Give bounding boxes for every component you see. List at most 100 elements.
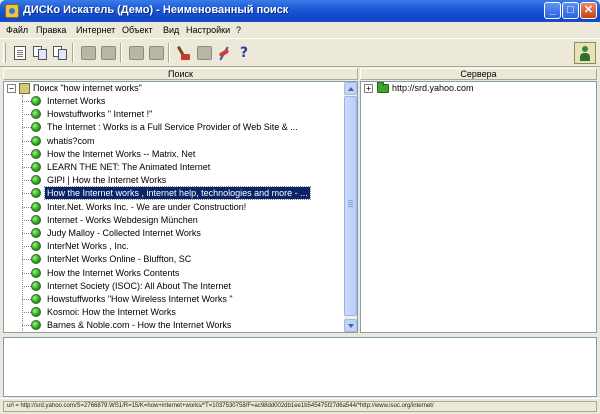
result-item[interactable]: How the Internet Works Contents xyxy=(22,267,342,280)
tree-connector-line xyxy=(22,180,31,182)
stop-icon-disabled xyxy=(100,46,116,60)
help-icon: ? xyxy=(239,45,249,61)
result-item[interactable]: Howstuffworks " Internet !" xyxy=(22,108,342,121)
green-dot-icon xyxy=(31,267,41,278)
status-bar: url = http://srd.yahoo.com/S=2766879:WS1… xyxy=(0,398,600,414)
menu-internet[interactable]: Интернет xyxy=(76,25,115,35)
tree-connector-line xyxy=(22,233,31,234)
title-bar: ДИСКо Искатель (Демо) - Неименованный по… xyxy=(0,0,600,22)
result-label: The Internet : Works is a Full Service P… xyxy=(47,122,298,133)
result-label: How the Internet Works Contents xyxy=(47,267,180,278)
green-dot-icon xyxy=(31,320,41,331)
copy-documents-icon xyxy=(33,46,47,60)
result-label: whatis?com xyxy=(47,135,95,146)
result-label: Judy Malloy - Collected Internet Works xyxy=(47,228,201,238)
server-label: http://srd.yahoo.com xyxy=(392,83,474,93)
result-item[interactable]: Internet Society (ISOC): All About The I… xyxy=(22,280,342,293)
result-label: Barnes & Noble.com - How the Internet Wo… xyxy=(47,320,232,331)
menu-settings[interactable]: Настройки xyxy=(186,25,230,35)
tree-connector-line xyxy=(22,114,31,116)
menu-edit[interactable]: Правка xyxy=(36,25,66,35)
app-icon xyxy=(5,4,19,18)
preview-panel[interactable] xyxy=(3,337,597,397)
result-item[interactable]: How the Internet Works -- Matrix. Net xyxy=(22,148,342,161)
menu-view[interactable]: Вид xyxy=(163,25,179,35)
tree-connector-line xyxy=(22,219,31,221)
result-label: How the Internet works , internet help, … xyxy=(44,186,311,201)
maximize-button[interactable]: □ xyxy=(562,2,579,19)
result-label: InterNet Works Online - Bluffton, SC xyxy=(47,254,192,265)
stop-button[interactable] xyxy=(98,43,118,63)
refresh-icon-disabled xyxy=(148,46,164,60)
vertical-scrollbar[interactable] xyxy=(344,82,357,332)
servers-tree[interactable]: + http://srd.yahoo.com xyxy=(360,81,597,333)
toolbar-separator xyxy=(168,43,170,63)
tree-connector-line xyxy=(22,272,31,274)
green-dot-icon xyxy=(31,214,41,225)
result-item[interactable]: Internet - Works Webdesign München xyxy=(22,214,342,227)
status-url: url = http://srd.yahoo.com/S=2766879:WS1… xyxy=(3,401,597,412)
run-button[interactable] xyxy=(126,43,146,63)
clear-button[interactable] xyxy=(174,43,194,63)
result-item[interactable]: Kosmoi: How the Internet Works xyxy=(22,306,342,319)
toolbar-separator xyxy=(120,43,122,63)
result-item[interactable]: InterNet Works , Inc. xyxy=(22,240,342,253)
tree-connector-line xyxy=(22,299,31,300)
expand-icon[interactable]: + xyxy=(364,84,373,93)
result-item[interactable]: Barnes & Noble.com - How the Internet Wo… xyxy=(22,319,342,332)
result-item[interactable]: The Internet : Works is a Full Service P… xyxy=(22,121,342,134)
tree-connector-line xyxy=(22,153,31,155)
refresh-button[interactable] xyxy=(146,43,166,63)
result-item[interactable]: GIPI | How the Internet Works xyxy=(22,174,342,187)
search-pane-header[interactable]: Поиск xyxy=(3,68,358,80)
green-dot-icon xyxy=(31,175,41,186)
result-item[interactable]: LEARN THE NET: The Animated Internet xyxy=(22,161,342,174)
result-label: Howstuffworks " Internet !" xyxy=(47,109,153,120)
scroll-thumb[interactable] xyxy=(344,96,357,316)
user-button[interactable] xyxy=(574,42,596,64)
result-item[interactable]: Judy Malloy - Collected Internet Works xyxy=(22,227,342,240)
person-icon xyxy=(579,45,591,61)
copy-button[interactable] xyxy=(30,43,50,63)
result-item[interactable]: Inter.Net. Works Inc. - We are under Con… xyxy=(22,201,342,214)
new-document-icon xyxy=(14,46,26,60)
servers-pane-header[interactable]: Сервера xyxy=(360,68,597,80)
result-label: Inter.Net. Works Inc. - We are under Con… xyxy=(47,201,247,212)
result-item[interactable]: whatis?com xyxy=(22,135,342,148)
scroll-up-button[interactable] xyxy=(344,82,357,95)
menu-object[interactable]: Объект xyxy=(122,25,153,35)
tree-connector-line xyxy=(22,312,31,314)
result-label: GIPI | How the Internet Works xyxy=(47,175,167,186)
tree-connector-line xyxy=(22,285,31,287)
help-button[interactable]: ? xyxy=(234,43,254,63)
options-button[interactable] xyxy=(214,43,234,63)
result-item[interactable]: How the Internet works , internet help, … xyxy=(22,186,342,201)
filter-button[interactable] xyxy=(194,43,214,63)
green-dot-icon xyxy=(31,228,41,238)
close-button[interactable]: ✕ xyxy=(580,2,597,19)
result-item[interactable]: Internet Works xyxy=(22,95,342,108)
search-tree[interactable]: − Поиск "how internet works" Internet Wo… xyxy=(3,81,358,333)
menu-help[interactable]: ? xyxy=(236,25,241,35)
green-dot-icon xyxy=(31,188,41,199)
result-label: How the Internet Works -- Matrix. Net xyxy=(47,148,196,159)
green-dot-icon xyxy=(31,109,41,120)
save-documents-icon xyxy=(53,46,67,60)
tree-connector-line xyxy=(22,167,31,168)
scroll-down-button[interactable] xyxy=(344,319,357,332)
menu-file[interactable]: Файл xyxy=(6,25,28,35)
save-button[interactable] xyxy=(50,43,70,63)
result-item[interactable]: InterNet Works Online - Bluffton, SC xyxy=(22,253,342,266)
search-icon-disabled xyxy=(80,46,96,60)
tree-connector-line xyxy=(22,325,31,327)
result-item[interactable]: Howstuffworks "How Wireless Internet Wor… xyxy=(22,293,342,306)
green-dot-icon xyxy=(31,280,41,291)
collapse-icon[interactable]: − xyxy=(7,84,16,93)
magic-rod-icon xyxy=(217,46,231,61)
green-dot-icon xyxy=(31,162,41,172)
result-label: Internet Works xyxy=(47,96,106,106)
new-search-button[interactable] xyxy=(10,43,30,63)
toolbar-grip[interactable] xyxy=(3,43,6,63)
search-button[interactable] xyxy=(78,43,98,63)
minimize-button[interactable]: _ xyxy=(544,2,561,19)
